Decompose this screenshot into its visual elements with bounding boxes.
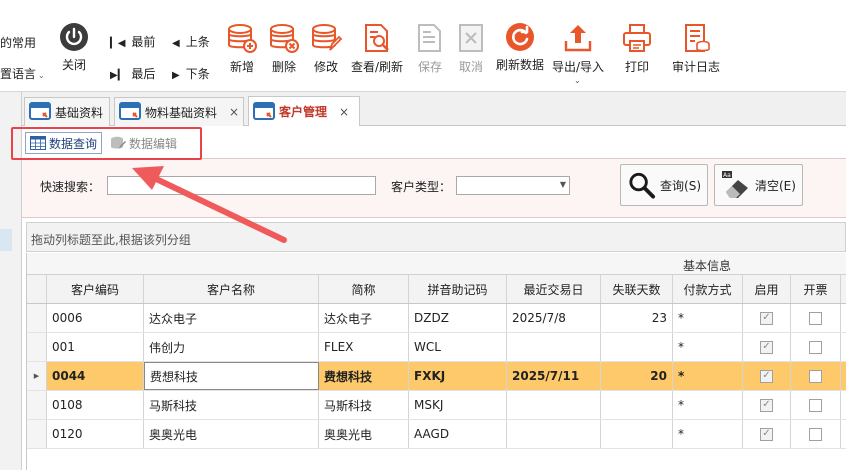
annotation-arrow <box>132 166 287 243</box>
app-window: 的常用 置语言 ⌄ 关闭 ▎◀ 最前 ▶▎ 最后 ◀ 上条 ▶ 下条 新增 删除… <box>0 0 846 470</box>
